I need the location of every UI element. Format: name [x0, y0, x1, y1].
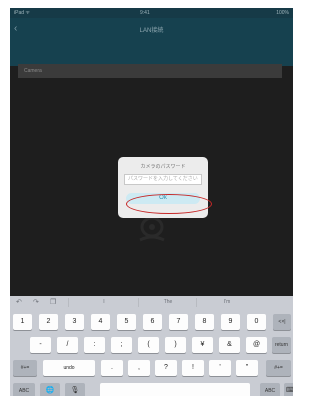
battery-level: 100%	[276, 10, 289, 16]
software-keyboard: ↶ ↷ ❐ I The I'm 1 2 3 4 5 6 7 8 9 0 <×| …	[10, 296, 293, 396]
suggestion-3[interactable]: I'm	[196, 298, 257, 307]
key-question[interactable]: ?	[155, 360, 177, 376]
camera-panel-header: Camera	[18, 64, 282, 78]
symbols-key-left[interactable]: #+=	[13, 360, 37, 376]
carrier-label: iPad ᯤ	[14, 10, 30, 16]
abc-key-right[interactable]: ABC	[260, 383, 280, 396]
status-bar: iPad ᯤ 9:41 100%	[10, 8, 293, 18]
key-7[interactable]: 7	[169, 314, 188, 330]
key-5[interactable]: 5	[117, 314, 136, 330]
abc-key-left[interactable]: ABC	[13, 383, 35, 396]
key-at[interactable]: @	[246, 337, 267, 353]
suggestion-1[interactable]: I	[68, 298, 139, 307]
key-6[interactable]: 6	[143, 314, 162, 330]
key-open-paren[interactable]: (	[138, 337, 159, 353]
undo-key[interactable]: undo	[43, 360, 95, 376]
key-2[interactable]: 2	[39, 314, 58, 330]
key-quote[interactable]: "	[236, 360, 258, 376]
key-3[interactable]: 3	[65, 314, 84, 330]
key-8[interactable]: 8	[195, 314, 214, 330]
dialog-title: カメラのパスワード	[140, 164, 186, 170]
microphone-icon[interactable]: 🎙	[65, 383, 85, 396]
keyboard-icon[interactable]: ⌨	[284, 383, 293, 396]
paste-icon[interactable]: ❐	[50, 298, 56, 307]
redo-icon[interactable]: ↷	[33, 298, 39, 307]
page-title: LAN接続	[139, 28, 164, 34]
key-semicolon[interactable]: ;	[111, 337, 132, 353]
key-4[interactable]: 4	[91, 314, 110, 330]
key-hyphen[interactable]: -	[30, 337, 51, 353]
key-comma[interactable]: ,	[128, 360, 150, 376]
globe-icon[interactable]: 🌐	[40, 383, 60, 396]
password-input[interactable]: パスワードを入力してください	[124, 174, 202, 185]
suggestion-2[interactable]: The	[138, 298, 197, 307]
keyboard-toolbar: ↶ ↷ ❐ I The I'm	[10, 296, 293, 309]
return-key[interactable]: return	[272, 337, 291, 353]
symbols-key-right[interactable]: #+=	[266, 360, 291, 376]
key-1[interactable]: 1	[13, 314, 32, 330]
status-time: 9:41	[140, 10, 150, 16]
key-close-paren[interactable]: )	[165, 337, 186, 353]
key-exclamation[interactable]: !	[182, 360, 204, 376]
highlight-circle	[126, 194, 212, 214]
navigation-bar: ‹ LAN接続	[10, 18, 293, 66]
key-colon[interactable]: :	[84, 337, 105, 353]
key-period[interactable]: .	[101, 360, 123, 376]
key-ampersand[interactable]: &	[219, 337, 240, 353]
key-0[interactable]: 0	[247, 314, 266, 330]
key-9[interactable]: 9	[221, 314, 240, 330]
key-yen[interactable]: ¥	[192, 337, 213, 353]
ipad-screen: iPad ᯤ 9:41 100% ‹ LAN接続 Camera カメラのパスワー…	[10, 8, 293, 396]
camera-icon	[139, 216, 165, 242]
space-bar[interactable]	[100, 383, 250, 396]
key-slash[interactable]: /	[57, 337, 78, 353]
undo-icon[interactable]: ↶	[16, 298, 22, 307]
key-apostrophe[interactable]: '	[209, 360, 231, 376]
delete-key[interactable]: <×|	[273, 314, 291, 330]
